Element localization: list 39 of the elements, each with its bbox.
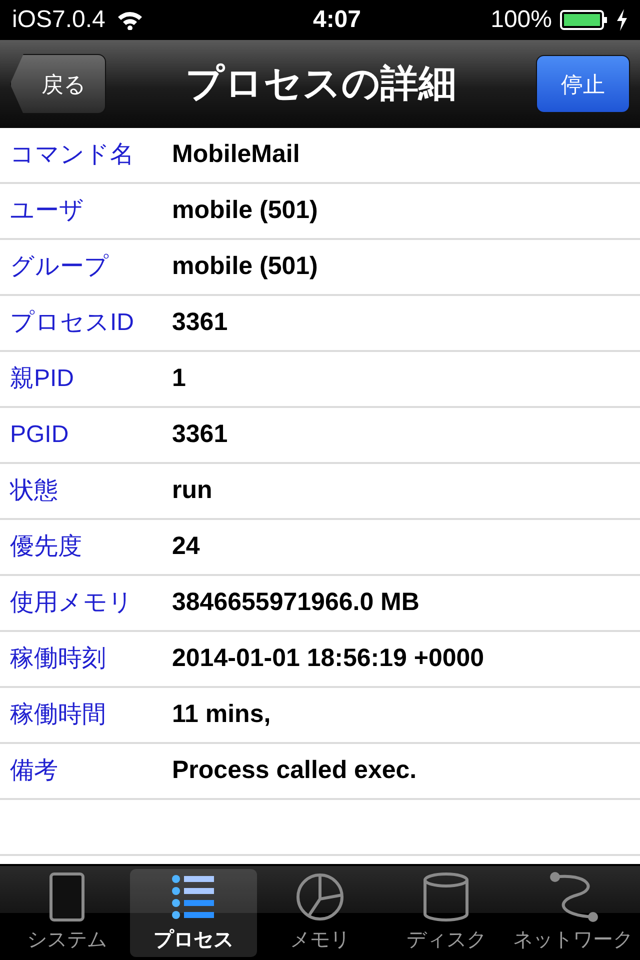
field-value: 2014-01-01 18:56:19 +0000 <box>172 643 484 674</box>
field-label: PGID <box>9 420 70 450</box>
field-value: 3361 <box>172 307 228 338</box>
field-value: run <box>172 475 212 506</box>
field-label: グループ <box>9 252 110 282</box>
tab-item[interactable]: システム <box>4 869 130 957</box>
field-value: mobile (501) <box>172 251 318 282</box>
field-value: Process called exec. <box>172 755 417 786</box>
carrier-text: iOS7.0.4 <box>12 5 106 35</box>
field-value: 24 <box>172 531 200 562</box>
field-label: 状態 <box>8 476 59 506</box>
field-value: 11 mins, <box>172 699 271 730</box>
tab-item[interactable]: ディスク <box>383 869 510 957</box>
field-label: 稼働時刻 <box>9 644 107 674</box>
field-value: mobile (501) <box>172 195 318 226</box>
field-label: 備考 <box>9 756 59 786</box>
field-value: 3846655971966.0 MB <box>172 587 420 618</box>
battery-text: 100% <box>490 5 552 35</box>
pie-chart-icon <box>294 871 346 923</box>
charging-icon <box>616 9 628 31</box>
field-label: 親PID <box>9 364 76 394</box>
back-button[interactable]: 戻る <box>10 54 106 114</box>
field-label: 稼働時間 <box>9 700 107 730</box>
field-label: プロセスID <box>9 308 135 338</box>
field-label: 使用メモリ <box>9 588 134 618</box>
battery-icon <box>560 9 608 31</box>
wifi-icon <box>117 10 144 30</box>
field-value: MobileMail <box>172 139 300 170</box>
field-label: ユーザ <box>9 196 85 226</box>
time-text: 4:07 <box>312 5 362 35</box>
tab-item[interactable]: メモリ <box>256 869 384 957</box>
field-label: コマンド名 <box>9 140 135 170</box>
field-label: 優先度 <box>9 532 83 562</box>
field-value: 3361 <box>172 419 228 450</box>
tab-item[interactable]: ネットワーク <box>510 869 636 957</box>
screen-title: プロセスの詳細 <box>184 62 458 106</box>
stop-button[interactable]: 停止 <box>536 55 630 113</box>
field-value: 1 <box>172 363 186 394</box>
tab-item[interactable]: プロセス <box>130 869 257 957</box>
